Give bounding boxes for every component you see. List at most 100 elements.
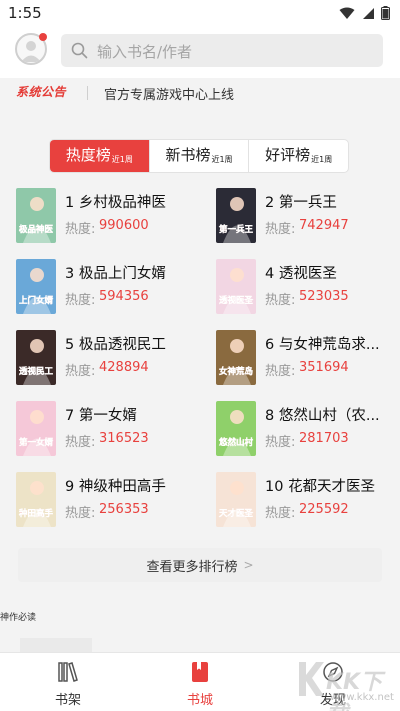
watermark-text: KK下载 xyxy=(326,670,383,711)
main-content: 系统公告 官方专属游戏中心上线 热度榜 近1周 新书榜 近1周 好评榜 近1周 极品神医 1… xyxy=(0,78,400,652)
heat-label: 热度: xyxy=(265,435,296,450)
tab-label: 新书榜 xyxy=(165,146,211,164)
heat-label: 热度: xyxy=(265,506,296,521)
section-title: 神作必读 xyxy=(0,613,37,623)
nav-label: 书架 xyxy=(54,693,81,708)
book-title: 2 第一兵王 xyxy=(265,191,337,212)
heat-label: 热度: xyxy=(65,364,96,379)
heat-value: 742947 xyxy=(299,218,349,233)
heat-label: 热度: xyxy=(65,222,96,237)
tab-1[interactable]: 新书榜 近1周 xyxy=(148,140,249,172)
book-rank: 10 xyxy=(265,479,284,495)
heat-label: 热度: xyxy=(265,222,296,237)
tab-label: 好评榜 xyxy=(265,146,311,164)
book-name: 与女神荒岛求... xyxy=(278,337,380,353)
book-rank: 2 xyxy=(265,195,275,211)
book-cover: 第一兵王 xyxy=(216,188,256,243)
heat-value: 281703 xyxy=(299,431,349,446)
heat-value: 256353 xyxy=(99,502,149,517)
ranking-tabs: 热度榜 近1周 新书榜 近1周 好评榜 近1周 xyxy=(49,139,349,173)
book-item[interactable]: 第一女婿 7 第一女婿 热度: 316523 xyxy=(16,401,206,457)
heat-label: 热度: xyxy=(65,293,96,308)
book-rank: 6 xyxy=(265,337,275,353)
bookstore-icon xyxy=(188,660,212,688)
nav-label: 书城 xyxy=(186,693,213,708)
section-book-cover[interactable] xyxy=(20,638,92,652)
watermark-logo-icon xyxy=(299,662,324,696)
tab-0[interactable]: 热度榜 近1周 xyxy=(50,140,149,172)
book-name: 极品上门女婿 xyxy=(78,266,166,282)
header: 输入书名/作者 xyxy=(0,26,400,78)
svg-text:透视民工: 透视民工 xyxy=(19,366,54,377)
tab-sublabel: 近1周 xyxy=(211,155,233,164)
nav-item-0[interactable]: 书架 xyxy=(28,653,108,711)
svg-text:极品神医: 极品神医 xyxy=(19,224,54,235)
chevron-right-icon: > xyxy=(243,558,254,572)
heat-label: 热度: xyxy=(65,506,96,521)
svg-text:种田高手: 种田高手 xyxy=(18,508,54,519)
book-item[interactable]: 透视医圣 4 透视医圣 热度: 523035 xyxy=(216,259,400,315)
system-notice[interactable]: 系统公告 官方专属游戏中心上线 xyxy=(0,78,400,108)
search-icon xyxy=(71,42,88,59)
heat-value: 990600 xyxy=(99,218,149,233)
book-item[interactable]: 女神荒岛 6 与女神荒岛求... 热度: 351694 xyxy=(216,330,400,386)
book-name: 花都天才医圣 xyxy=(288,479,376,495)
book-title: 5 极品透视民工 xyxy=(65,333,166,354)
book-name: 乡村极品神医 xyxy=(78,195,166,211)
book-item[interactable]: 透视民工 5 极品透视民工热度: 428894 xyxy=(16,330,206,386)
book-name: 极品透视民工 xyxy=(78,337,166,353)
book-title: 7 第一女婿 xyxy=(65,404,137,425)
book-cover: 女神荒岛 xyxy=(216,330,256,385)
book-item[interactable]: 上门女婿 3 极品上门女婿 热度: 594356 xyxy=(16,259,206,315)
svg-text:第一兵王: 第一兵王 xyxy=(219,224,254,235)
book-title: 1 乡村极品神医 xyxy=(65,191,166,212)
notice-tag: 系统公告 xyxy=(16,85,67,99)
tab-sublabel: 近1周 xyxy=(111,155,133,164)
notification-dot xyxy=(39,33,47,41)
book-item[interactable]: 极品神医 1 乡村极品神医热度: 990600 xyxy=(16,188,206,244)
book-cover: 第一女婿 xyxy=(16,401,56,456)
heat-label: 热度: xyxy=(265,364,296,379)
book-cover: 悠然山村 xyxy=(216,401,256,456)
status-icons xyxy=(339,6,390,20)
book-name: 透视医圣 xyxy=(278,266,337,282)
book-cover: 天才医圣 xyxy=(216,472,256,527)
svg-text:悠然山村: 悠然山村 xyxy=(218,437,254,448)
book-rank: 8 xyxy=(265,408,275,424)
book-item[interactable]: 悠然山村 8 悠然山村（农... 热度: 281703 xyxy=(216,401,400,457)
more-rankings-link[interactable]: 查看更多排行榜 > xyxy=(18,548,382,582)
tab-label: 热度榜 xyxy=(65,146,111,164)
tab-2[interactable]: 好评榜 近1周 xyxy=(248,140,348,172)
tab-sublabel: 近1周 xyxy=(311,155,333,164)
signal-icon xyxy=(363,7,374,19)
book-cover: 上门女婿 xyxy=(16,259,56,314)
book-name: 第一兵王 xyxy=(278,195,337,211)
book-rank: 1 xyxy=(65,195,75,211)
heat-value: 351694 xyxy=(299,360,349,375)
book-rank: 3 xyxy=(65,266,75,282)
book-title: 6 与女神荒岛求... xyxy=(265,333,380,354)
book-item[interactable]: 种田高手 9 神级种田高手热度: 256353 xyxy=(16,472,206,528)
book-name: 悠然山村（农... xyxy=(278,408,380,424)
search-input[interactable]: 输入书名/作者 xyxy=(61,34,383,67)
book-rank: 9 xyxy=(65,479,75,495)
nav-item-1[interactable]: 书城 xyxy=(160,653,240,711)
book-title: 9 神级种田高手 xyxy=(65,475,166,496)
wifi-icon xyxy=(339,7,355,19)
book-title: 10 花都天才医圣 xyxy=(265,475,375,496)
search-placeholder: 输入书名/作者 xyxy=(97,43,193,61)
heat-value: 428894 xyxy=(99,360,149,375)
book-item[interactable]: 天才医圣 10 花都天才医圣 热度: 225592 xyxy=(216,472,400,528)
book-item[interactable]: 第一兵王 2 第一兵王 热度: 742947 xyxy=(216,188,400,244)
heat-label: 热度: xyxy=(65,435,96,450)
watermark-sub: www.kkx.net xyxy=(330,692,394,703)
book-name: 神级种田高手 xyxy=(78,479,166,495)
book-rank: 4 xyxy=(265,266,275,282)
svg-text:透视医圣: 透视医圣 xyxy=(219,295,254,306)
battery-icon xyxy=(381,6,390,20)
svg-text:上门女婿: 上门女婿 xyxy=(19,295,54,306)
book-rank: 7 xyxy=(65,408,75,424)
book-cover: 透视医圣 xyxy=(216,259,256,314)
notice-divider xyxy=(87,86,88,100)
status-bar: 1:55 xyxy=(0,0,400,26)
